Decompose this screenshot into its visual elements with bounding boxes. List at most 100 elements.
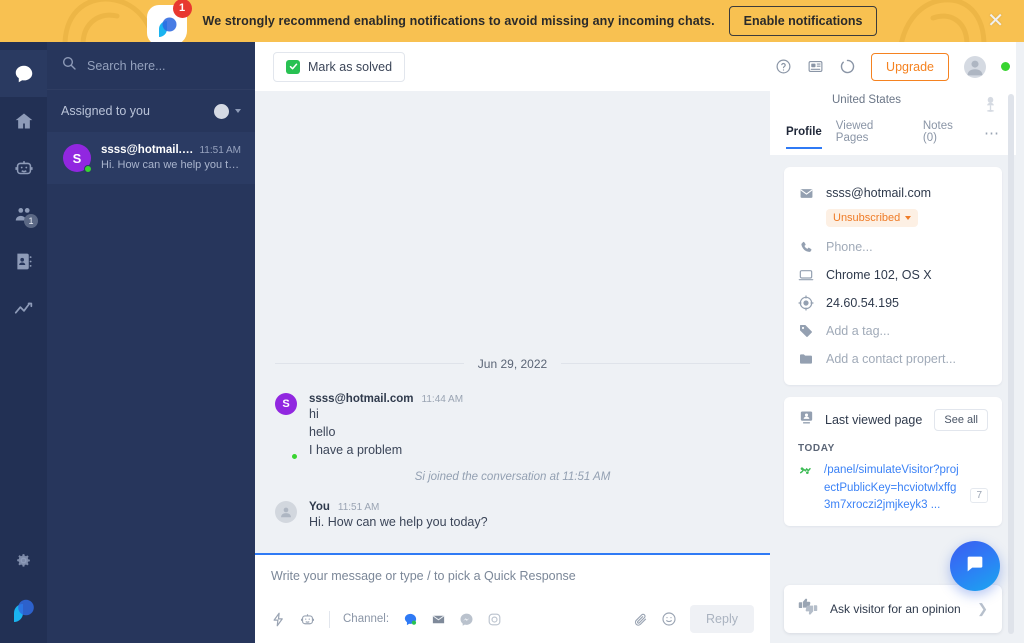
notification-count-badge: 1 bbox=[172, 0, 192, 18]
property-value: 24.60.54.195 bbox=[826, 296, 899, 311]
property-email[interactable]: ssss@hotmail.com bbox=[798, 179, 988, 207]
unsubscribed-badge[interactable]: Unsubscribed bbox=[826, 209, 919, 228]
search-input[interactable] bbox=[87, 58, 217, 73]
paperclip-icon[interactable] bbox=[633, 612, 648, 627]
visitors-badge: 1 bbox=[24, 214, 38, 228]
message-composer: Write your message or type / to pick a Q… bbox=[255, 553, 770, 643]
property-value: Add a tag... bbox=[826, 324, 890, 339]
question-circle-icon[interactable] bbox=[775, 58, 792, 75]
visit-count-badge: 7 bbox=[970, 488, 988, 504]
reply-button[interactable]: Reply bbox=[690, 605, 754, 633]
rail-item-settings[interactable] bbox=[0, 537, 47, 584]
chat-scroll-area[interactable]: Jun 29, 2022 S ssss@hotmail.com 11:44 AM… bbox=[255, 91, 770, 553]
last-viewed-page-title: Last viewed page bbox=[825, 413, 923, 428]
envelope-icon[interactable] bbox=[431, 612, 446, 627]
unsubscribed-label: Unsubscribed bbox=[833, 212, 901, 225]
monitor-icon bbox=[798, 409, 815, 431]
assigned-filter-label: Assigned to you bbox=[61, 104, 150, 118]
news-icon[interactable] bbox=[807, 58, 824, 75]
last-viewed-url[interactable]: /panel/simulateVisitor?projectPublicKey=… bbox=[824, 462, 960, 514]
property-value: Chrome 102, OS X bbox=[826, 268, 932, 283]
property-value: Add a contact propert... bbox=[826, 352, 956, 367]
rail-item-chats[interactable] bbox=[0, 50, 47, 97]
person-pin-icon bbox=[983, 96, 998, 118]
message-time: 11:51 AM bbox=[337, 501, 380, 513]
messenger-icon[interactable] bbox=[459, 612, 474, 627]
property-contact-property[interactable]: Add a contact propert... bbox=[798, 345, 988, 373]
app-logo[interactable] bbox=[0, 584, 47, 631]
chat-widget-fab[interactable] bbox=[950, 541, 1000, 591]
live-chat-icon[interactable] bbox=[403, 612, 418, 627]
message-author: You bbox=[309, 500, 330, 513]
message-text: Hi. How can we help you today? bbox=[309, 514, 488, 529]
chevron-down-icon bbox=[235, 109, 241, 113]
conversation-snippet: Hi. How can we help you today? bbox=[101, 159, 241, 171]
app-root: 1 We strongly recommend enabling notific… bbox=[0, 0, 1024, 643]
panel-scrollbar[interactable] bbox=[1008, 94, 1014, 634]
property-phone[interactable]: Phone... bbox=[798, 233, 988, 261]
property-browser: Chrome 102, OS X bbox=[798, 261, 988, 289]
conversation-list-item[interactable]: S ssss@hotmail.com 11:51 AM Hi. How can … bbox=[47, 132, 255, 184]
date-separator: Jun 29, 2022 bbox=[275, 357, 750, 371]
lightning-bolt-icon[interactable] bbox=[271, 612, 286, 627]
composer-toolbar: Channel: Reply bbox=[271, 605, 754, 633]
tab-viewed-pages[interactable]: Viewed Pages bbox=[836, 120, 909, 155]
search-icon bbox=[61, 55, 77, 76]
rail-item-visitors[interactable]: 1 bbox=[0, 191, 47, 238]
instagram-icon[interactable] bbox=[487, 612, 502, 627]
chat-bubble-icon bbox=[964, 553, 986, 580]
ellipsis-icon[interactable]: ⋯ bbox=[984, 124, 1000, 151]
today-group-label: TODAY bbox=[798, 443, 835, 455]
see-all-button[interactable]: See all bbox=[934, 409, 988, 432]
online-status-dot bbox=[291, 452, 298, 460]
rail-item-home[interactable] bbox=[0, 97, 47, 144]
close-icon[interactable]: ✕ bbox=[987, 11, 1004, 31]
gear-icon bbox=[14, 551, 33, 570]
phone-icon bbox=[798, 240, 814, 255]
composer-input[interactable]: Write your message or type / to pick a Q… bbox=[271, 569, 754, 583]
last-viewed-page-card: Last viewed page See all TODAY /panel/si… bbox=[784, 397, 1002, 527]
ask-opinion-button[interactable]: Ask visitor for an opinion ❯ bbox=[784, 585, 1002, 633]
tab-notes[interactable]: Notes (0) bbox=[923, 120, 970, 155]
mark-as-solved-button[interactable]: Mark as solved bbox=[273, 51, 406, 82]
property-ip: 24.60.54.195 bbox=[798, 289, 988, 317]
message-author: ssss@hotmail.com bbox=[309, 392, 414, 405]
chat-main: Mark as solved Jun 29, 2022 S ssss@hotma… bbox=[255, 42, 770, 643]
assigned-filter[interactable]: Assigned to you bbox=[47, 90, 255, 132]
user-avatar-icon[interactable] bbox=[964, 55, 986, 78]
system-note: Si joined the conversation at 11:51 AM bbox=[414, 470, 611, 483]
toolbar-divider bbox=[329, 610, 330, 628]
agent-avatar-icon bbox=[275, 500, 297, 523]
message-time: 11:44 AM bbox=[421, 393, 464, 405]
chevron-right-icon: ❯ bbox=[977, 601, 988, 616]
tidio-logo-icon bbox=[10, 594, 38, 622]
tag-icon bbox=[798, 323, 814, 339]
assigned-filter-avatar bbox=[214, 103, 229, 119]
conversation-name: ssss@hotmail.com bbox=[101, 144, 193, 156]
rail-item-analytics[interactable] bbox=[0, 285, 47, 332]
visitor-properties-card: ssss@hotmail.com Unsubscribed Phone... C… bbox=[784, 167, 1002, 386]
property-value: ssss@hotmail.com bbox=[826, 186, 932, 201]
line-chart-icon bbox=[13, 298, 35, 320]
chat-bubble-icon bbox=[13, 63, 35, 85]
conversation-time: 11:51 AM bbox=[199, 145, 241, 156]
folder-icon bbox=[798, 351, 814, 367]
green-check-icon bbox=[286, 59, 300, 74]
message-list: Jun 29, 2022 S ssss@hotmail.com 11:44 AM… bbox=[255, 357, 770, 554]
rail-item-contacts[interactable] bbox=[0, 238, 47, 285]
channel-label: Channel: bbox=[343, 613, 390, 625]
message-agent: You 11:51 AM Hi. How can we help you tod… bbox=[275, 500, 750, 531]
smiley-icon[interactable] bbox=[661, 611, 677, 627]
tab-profile[interactable]: Profile bbox=[786, 126, 822, 150]
ask-opinion-label: Ask visitor for an opinion bbox=[830, 602, 961, 616]
upgrade-button[interactable]: Upgrade bbox=[871, 52, 949, 81]
robot-icon[interactable] bbox=[299, 611, 316, 628]
rail-item-chatbot[interactable] bbox=[0, 144, 47, 191]
mark-as-solved-label: Mark as solved bbox=[308, 59, 393, 74]
property-tag[interactable]: Add a tag... bbox=[798, 317, 988, 345]
online-status-dot bbox=[84, 165, 92, 173]
robot-icon bbox=[13, 157, 35, 179]
presence-dot bbox=[1001, 62, 1010, 71]
loading-circle-icon[interactable] bbox=[839, 58, 856, 75]
enable-notifications-button[interactable]: Enable notifications bbox=[728, 6, 878, 36]
